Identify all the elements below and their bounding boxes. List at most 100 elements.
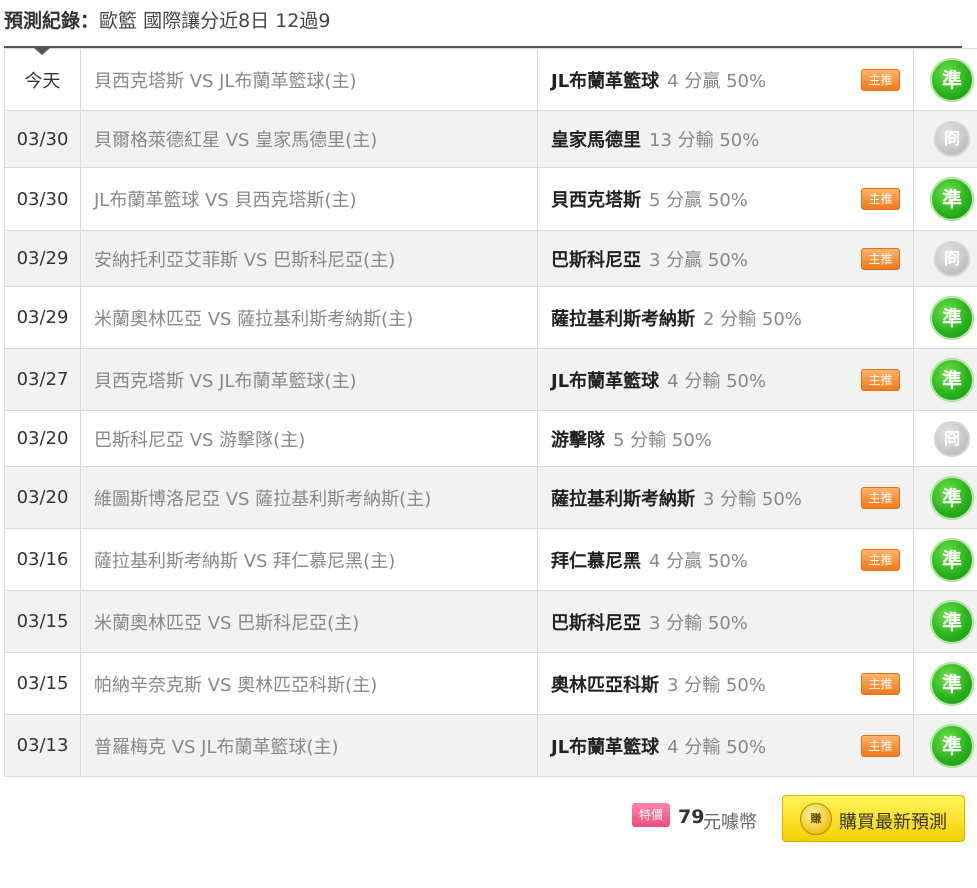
row-match: 普羅梅克 VS JL布蘭革籃球(主) bbox=[80, 714, 538, 777]
result-hit-badge: 準 bbox=[930, 177, 974, 221]
row-date: 03/30 bbox=[4, 110, 81, 168]
coin-icon: 賺 bbox=[800, 803, 832, 835]
row-match: 貝西克塔斯 VS JL布蘭革籃球(主) bbox=[80, 348, 538, 411]
result-hit-badge: 準 bbox=[930, 537, 974, 582]
row-date: 03/27 bbox=[4, 348, 81, 411]
table-row: 03/27 貝西克塔斯 VS JL布蘭革籃球(主) JL布蘭革籃球 4 分輸 50% 主… bbox=[4, 348, 977, 411]
main-pick-tag: 主推 bbox=[861, 486, 900, 509]
row-result: 準 bbox=[913, 528, 977, 591]
pick-odds: 3 分贏 50% bbox=[649, 249, 748, 271]
row-pick: JL布蘭革籃球 4 分輸 50% 主推 bbox=[537, 714, 914, 777]
pick-odds: 4 分贏 50% bbox=[667, 70, 767, 92]
row-result: 準 bbox=[913, 590, 977, 653]
pick-team: 薩拉基利斯考納斯 bbox=[551, 488, 695, 510]
row-pick: 拜仁慕尼黑 4 分贏 50% 主推 bbox=[537, 528, 914, 591]
row-pick: 皇家馬德里 13 分輸 50% bbox=[537, 110, 914, 168]
price-unit: 元噱幣 bbox=[703, 812, 757, 833]
result-hit-badge: 準 bbox=[930, 661, 974, 706]
main-pick-tag: 主推 bbox=[861, 188, 900, 210]
buy-button-label: 購買最新預測 bbox=[839, 812, 947, 833]
buy-latest-prediction-button[interactable]: 賺 購買最新預測 bbox=[782, 795, 965, 842]
pick-team: 巴斯科尼亞 bbox=[551, 249, 641, 271]
row-date: 今天 bbox=[4, 48, 81, 111]
pick-odds: 2 分輸 50% bbox=[703, 308, 802, 330]
table-row: 03/29 安納托利亞艾菲斯 VS 巴斯科尼亞(主) 巴斯科尼亞 3 分贏 50% 主推… bbox=[4, 230, 977, 287]
row-date: 03/13 bbox=[4, 714, 81, 777]
pick-team: JL布蘭革籃球 bbox=[551, 736, 660, 758]
pick-team: 拜仁慕尼黑 bbox=[551, 550, 641, 572]
result-hit-badge: 準 bbox=[930, 57, 974, 102]
table-row: 03/16 薩拉基利斯考納斯 VS 拜仁慕尼黑(主) 拜仁慕尼黑 4 分贏 50% 主推… bbox=[4, 528, 977, 591]
row-pick: 奧林匹亞科斯 3 分輸 50% 主推 bbox=[537, 652, 914, 715]
table-row: 03/20 維圖斯博洛尼亞 VS 薩拉基利斯考納斯(主) 薩拉基利斯考納斯 3 分輸 … bbox=[4, 466, 977, 529]
row-pick: 游擊隊 5 分輸 50% bbox=[537, 410, 914, 467]
row-match: 貝爾格萊德紅星 VS 皇家馬德里(主) bbox=[80, 110, 538, 168]
row-result: 準 bbox=[913, 714, 977, 777]
row-match: 薩拉基利斯考納斯 VS 拜仁慕尼黑(主) bbox=[80, 528, 538, 591]
main-pick-tag: 主推 bbox=[861, 548, 900, 571]
row-pick: JL布蘭革籃球 4 分輸 50% 主推 bbox=[537, 348, 914, 411]
pick-team: JL布蘭革籃球 bbox=[551, 370, 660, 392]
row-date: 03/30 bbox=[4, 167, 81, 231]
table-row: 03/29 米蘭奧林匹亞 VS 薩拉基利斯考納斯(主) 薩拉基利斯考納斯 2 分輸 5… bbox=[4, 286, 977, 349]
result-hit-badge: 準 bbox=[930, 357, 974, 402]
row-result: 準 bbox=[913, 348, 977, 411]
pick-team: 巴斯科尼亞 bbox=[551, 612, 641, 634]
price-value: 79 bbox=[678, 806, 705, 828]
pick-team: 薩拉基利斯考納斯 bbox=[551, 308, 695, 330]
result-miss-badge: 冏 bbox=[934, 240, 970, 277]
main-pick-tag: 主推 bbox=[861, 672, 900, 695]
row-pick: 薩拉基利斯考納斯 3 分輸 50% 主推 bbox=[537, 466, 914, 529]
pointer-notch bbox=[34, 48, 50, 55]
pick-odds: 4 分輸 50% bbox=[667, 370, 767, 392]
main-pick-tag: 主推 bbox=[861, 247, 900, 270]
pick-team: 皇家馬德里 bbox=[551, 130, 641, 151]
row-match: 貝西克塔斯 VS JL布蘭革籃球(主) bbox=[80, 48, 538, 111]
result-miss-badge: 冏 bbox=[934, 420, 970, 457]
row-date: 03/15 bbox=[4, 590, 81, 653]
row-date: 03/16 bbox=[4, 528, 81, 591]
title-separator: ： bbox=[80, 10, 100, 32]
prediction-records-table: 今天 貝西克塔斯 VS JL布蘭革籃球(主) JL布蘭革籃球 4 分贏 50% 主推準 0… bbox=[4, 48, 977, 777]
row-match: 帕納辛奈克斯 VS 奧林匹亞科斯(主) bbox=[80, 652, 538, 715]
table-row: 今天 貝西克塔斯 VS JL布蘭革籃球(主) JL布蘭革籃球 4 分贏 50% 主推 準 bbox=[4, 48, 977, 111]
result-hit-badge: 準 bbox=[930, 475, 974, 520]
row-date: 03/20 bbox=[4, 466, 81, 529]
row-match: 維圖斯博洛尼亞 VS 薩拉基利斯考納斯(主) bbox=[80, 466, 538, 529]
pick-odds: 3 分輸 50% bbox=[649, 612, 748, 634]
row-result: 準 bbox=[913, 466, 977, 529]
result-hit-badge: 準 bbox=[930, 723, 974, 768]
row-pick: JL布蘭革籃球 4 分贏 50% 主推 bbox=[537, 48, 914, 111]
pick-odds: 3 分輸 50% bbox=[703, 488, 802, 510]
pick-odds: 3 分輸 50% bbox=[667, 674, 766, 696]
row-pick: 巴斯科尼亞 3 分贏 50% 主推 bbox=[537, 230, 914, 287]
row-result: 準 bbox=[913, 167, 977, 231]
pick-odds: 5 分輸 50% bbox=[613, 429, 712, 451]
table-row: 03/30 貝爾格萊德紅星 VS 皇家馬德里(主) 皇家馬德里 13 分輸 50% 冏 bbox=[4, 110, 977, 168]
main-pick-tag: 主推 bbox=[861, 68, 900, 91]
row-match: 米蘭奧林匹亞 VS 巴斯科尼亞(主) bbox=[80, 590, 538, 653]
row-date: 03/20 bbox=[4, 410, 81, 467]
title-label: 預測紀錄 bbox=[4, 10, 81, 32]
pick-team: JL布蘭革籃球 bbox=[551, 70, 660, 92]
pick-team: 奧林匹亞科斯 bbox=[551, 674, 659, 696]
row-date: 03/15 bbox=[4, 652, 81, 715]
page-title: 預測紀錄：歐籃 國際讓分近8日 12過9 bbox=[4, 7, 330, 35]
pick-team: 貝西克塔斯 bbox=[551, 190, 641, 211]
row-result: 準 bbox=[913, 48, 977, 111]
row-result: 準 bbox=[913, 652, 977, 715]
row-match: JL布蘭革籃球 VS 貝西克塔斯(主) bbox=[80, 167, 538, 231]
records-body: 今天 貝西克塔斯 VS JL布蘭革籃球(主) JL布蘭革籃球 4 分贏 50% 主推準 0… bbox=[4, 48, 977, 777]
pick-odds: 4 分輸 50% bbox=[667, 736, 767, 758]
table-row: 03/30 JL布蘭革籃球 VS 貝西克塔斯(主) 貝西克塔斯 5 分贏 50% 主推 準 bbox=[4, 167, 977, 231]
row-match: 安納托利亞艾菲斯 VS 巴斯科尼亞(主) bbox=[80, 230, 538, 287]
row-date: 03/29 bbox=[4, 286, 81, 349]
main-pick-tag: 主推 bbox=[861, 368, 900, 391]
row-match: 巴斯科尼亞 VS 游擊隊(主) bbox=[80, 410, 538, 467]
row-result: 冏 bbox=[913, 230, 977, 287]
result-hit-badge: 準 bbox=[930, 599, 974, 644]
purchase-footer: 特價 79 元噱幣 賺 購買最新預測 bbox=[0, 794, 977, 844]
row-result: 冏 bbox=[913, 410, 977, 467]
pick-odds: 5 分贏 50% bbox=[649, 190, 748, 211]
row-result: 冏 bbox=[913, 110, 977, 168]
